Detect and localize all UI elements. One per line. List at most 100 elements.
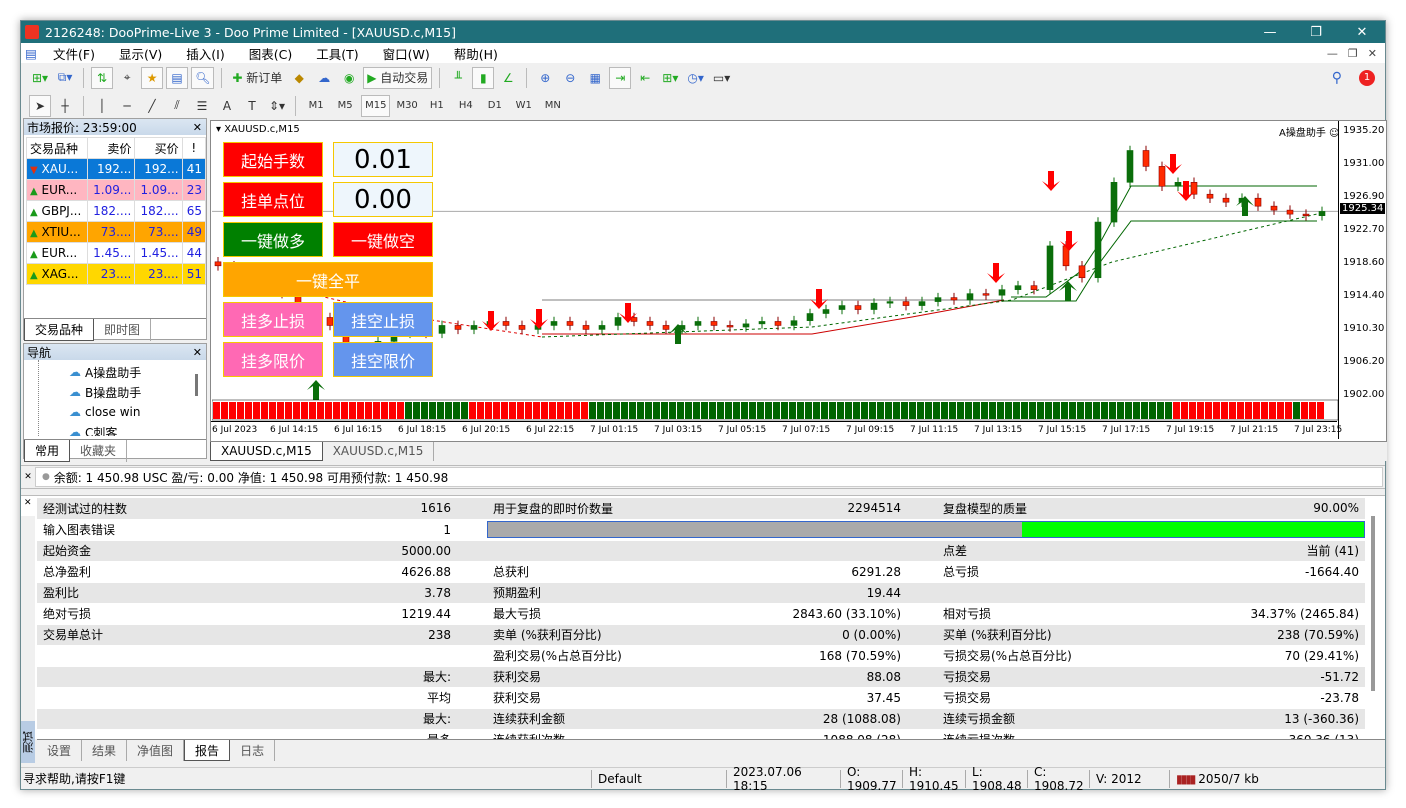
market-watch-row[interactable]: ▼ XAU... 192... 192... 41 — [25, 158, 207, 180]
strategy-tester-icon[interactable]: 🔍︎ — [191, 66, 215, 89]
community-icon[interactable]: ☁ — [313, 67, 335, 89]
sell-limit-button[interactable]: 挂空限价 — [333, 342, 433, 377]
chart-tab[interactable]: XAUUSD.c,M15 — [323, 442, 435, 461]
child-minimize-button[interactable]: — — [1327, 47, 1338, 60]
signals-icon[interactable]: ◉ — [338, 67, 360, 89]
profiles-icon[interactable]: ⧉▾ — [54, 67, 76, 89]
close-icon[interactable]: ✕ — [21, 472, 35, 482]
tester-tab[interactable]: 设置 — [37, 740, 83, 761]
text-icon[interactable]: A — [216, 95, 238, 117]
buy-button[interactable]: 一键做多 — [223, 222, 323, 257]
metaeditor-icon[interactable]: ◆ — [288, 67, 310, 89]
minimize-button[interactable]: — — [1247, 25, 1293, 40]
navigator-item[interactable]: ☁ C刺客 — [69, 422, 206, 436]
menu-view[interactable]: 显示(V) — [107, 44, 174, 63]
start-lots-input[interactable]: 0.01 — [333, 142, 433, 177]
close-icon[interactable]: ✕ — [193, 121, 202, 134]
timeframe-m5[interactable]: M5 — [332, 95, 358, 117]
auto-trading-button[interactable]: ▶ 自动交易 — [363, 66, 433, 89]
crosshair-icon[interactable]: ┼ — [54, 95, 76, 117]
buy-stop-button[interactable]: 挂多止损 — [223, 302, 323, 337]
chart-shift-icon[interactable]: ⇥ — [609, 66, 632, 89]
market-watch-row[interactable]: ▲ XTIU... 73.... 73.... 49 — [25, 221, 207, 243]
chart-doc-icon[interactable]: ▤ — [21, 46, 41, 61]
candlestick-icon[interactable]: ▮ — [472, 66, 495, 89]
market-watch-row[interactable]: ▲ EUR... 1.09... 1.09... 23 — [25, 179, 207, 201]
market-watch-row[interactable]: ▲ GBPJ... 182.... 182.... 65 — [25, 200, 207, 222]
navigator-item[interactable]: ☁ A操盘助手 — [69, 362, 206, 382]
line-chart-icon[interactable]: ∠ — [497, 67, 519, 89]
templates-icon[interactable]: ▭▾ — [710, 67, 733, 89]
tile-windows-icon[interactable]: ▦ — [584, 67, 606, 89]
vertical-line-icon[interactable]: │ — [91, 95, 113, 117]
market-watch-icon[interactable]: ⇅ — [91, 66, 114, 89]
close-all-button[interactable]: 一键全平 — [223, 262, 433, 297]
tab-favorites[interactable]: 收藏夹 — [70, 440, 128, 462]
new-chart-icon[interactable]: ⊞▾ — [29, 67, 51, 89]
col-ask[interactable]: 买价 — [134, 137, 183, 159]
notification-badge[interactable]: 1 — [1359, 69, 1375, 86]
chart-tab-active[interactable]: XAUUSD.c,M15 — [210, 442, 323, 461]
buy-limit-button[interactable]: 挂多限价 — [223, 342, 323, 377]
report-scrollbar[interactable] — [1371, 516, 1375, 691]
timeframe-m1[interactable]: M1 — [303, 95, 329, 117]
cursor-icon[interactable]: ➤ — [29, 94, 51, 117]
timeframe-mn[interactable]: MN — [540, 95, 566, 117]
horizontal-line-icon[interactable]: ─ — [116, 95, 138, 117]
terminal-icon[interactable]: ▤ — [166, 66, 189, 89]
close-icon[interactable]: ✕ — [193, 346, 202, 359]
new-order-button[interactable]: ✚ 新订单 — [229, 67, 285, 89]
child-restore-button[interactable]: ❐ — [1348, 47, 1358, 60]
sell-stop-button[interactable]: 挂空止损 — [333, 302, 433, 337]
navigator-item[interactable]: ☁ close win — [69, 402, 206, 422]
maximize-button[interactable]: ❐ — [1293, 25, 1339, 40]
close-icon[interactable]: ✕ — [24, 498, 32, 508]
bar-chart-icon[interactable]: ╨ — [447, 67, 469, 89]
fibonacci-icon[interactable]: ☰ — [191, 95, 213, 117]
market-watch-row[interactable]: ▲ EUR... 1.45... 1.45... 44 — [25, 242, 207, 264]
sell-button[interactable]: 一键做空 — [333, 222, 433, 257]
tab-symbols[interactable]: 交易品种 — [24, 319, 95, 341]
status-profile[interactable]: Default — [591, 769, 726, 788]
zoom-out-icon[interactable]: ⊖ — [559, 67, 581, 89]
equidistant-channel-icon[interactable]: ⫽ — [166, 95, 188, 117]
menu-tools[interactable]: 工具(T) — [304, 44, 370, 63]
tester-tab[interactable]: 净值图 — [127, 740, 185, 761]
timeframe-w1[interactable]: W1 — [511, 95, 537, 117]
tab-common[interactable]: 常用 — [24, 440, 71, 462]
menu-insert[interactable]: 插入(I) — [174, 44, 236, 63]
market-watch-row[interactable]: ▲ XAG... 23.... 23.... 51 — [25, 263, 207, 285]
search-icon[interactable]: ⚲ — [1332, 70, 1342, 86]
menu-file[interactable]: 文件(F) — [41, 44, 107, 63]
menu-charts[interactable]: 图表(C) — [237, 44, 304, 63]
periods-icon[interactable]: ◷▾ — [684, 67, 707, 89]
indicators-icon[interactable]: ⊞▾ — [659, 67, 681, 89]
child-close-button[interactable]: ✕ — [1368, 47, 1377, 60]
timeframe-d1[interactable]: D1 — [482, 95, 508, 117]
col-bid[interactable]: 卖价 — [87, 137, 136, 159]
timeframe-h4[interactable]: H4 — [453, 95, 479, 117]
col-spread[interactable]: ! — [181, 137, 207, 159]
navigator-item[interactable]: ☁ B操盘助手 — [69, 382, 206, 402]
navigator-icon[interactable]: ★ — [141, 66, 164, 89]
autoscroll-icon[interactable]: ⇤ — [634, 67, 656, 89]
zoom-in-icon[interactable]: ⊕ — [534, 67, 556, 89]
menu-help[interactable]: 帮助(H) — [442, 44, 510, 63]
tester-tab[interactable]: 结果 — [82, 740, 128, 761]
chart-window[interactable]: ▾ XAUUSD.c,M15 A操盘助手 ☺ 1935.20 1931.00 192… — [210, 120, 1387, 442]
timeframe-m30[interactable]: M30 — [393, 95, 420, 117]
pending-points-input[interactable]: 0.00 — [333, 182, 433, 217]
close-button[interactable]: ✕ — [1339, 25, 1385, 40]
text-label-icon[interactable]: T — [241, 95, 263, 117]
tester-tab[interactable]: 报告 — [184, 740, 231, 761]
col-symbol[interactable]: 交易品种 — [25, 137, 89, 159]
arrows-icon[interactable]: ⇕▾ — [266, 95, 288, 117]
timeframe-m15[interactable]: M15 — [361, 94, 391, 117]
tester-tab[interactable]: 日志 — [230, 740, 276, 761]
menu-window[interactable]: 窗口(W) — [371, 44, 442, 63]
data-window-icon[interactable]: ⌖ — [116, 67, 138, 89]
tab-tick-chart[interactable]: 即时图 — [94, 319, 152, 341]
timeframe-h1[interactable]: H1 — [424, 95, 450, 117]
navigator-scrollbar[interactable] — [195, 374, 198, 396]
trendline-icon[interactable]: ╱ — [141, 95, 163, 117]
